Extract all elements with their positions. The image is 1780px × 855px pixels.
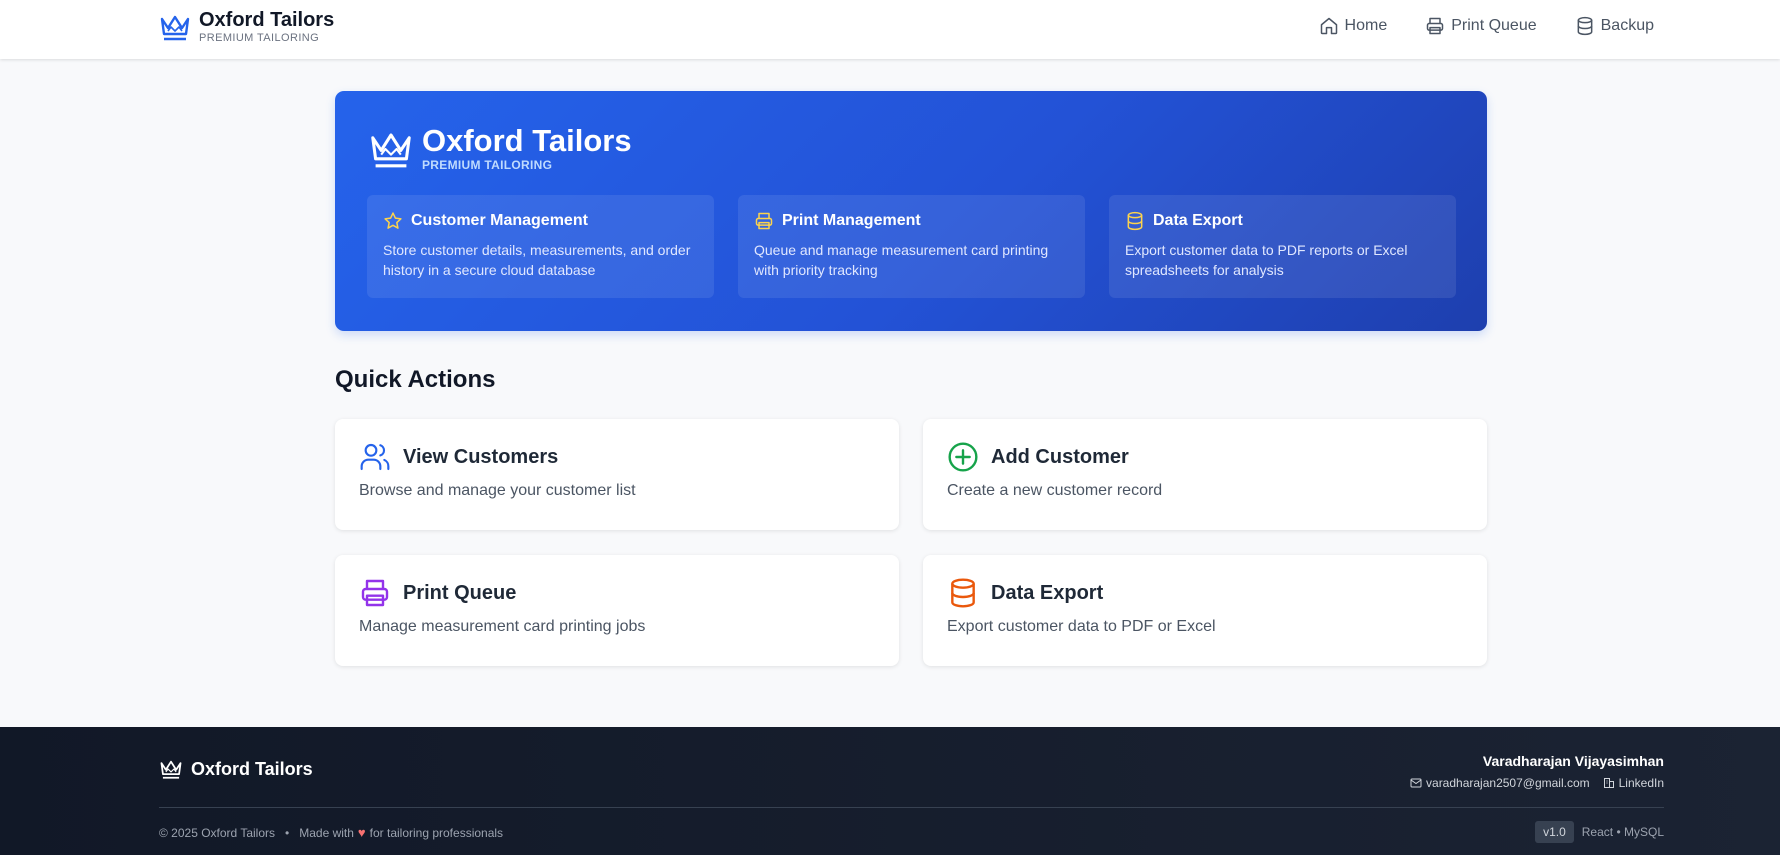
tech-stack: React • MySQL [1581, 825, 1664, 839]
feature-data-export: Data Export Export customer data to PDF … [1109, 195, 1456, 298]
card-description: Browse and manage your customer list [359, 482, 636, 499]
crown-icon [160, 15, 190, 40]
database-icon [1577, 16, 1593, 36]
feature-title: Print Management [782, 212, 921, 229]
hero-brand: Oxford Tailors PREMIUM TAILORING [368, 125, 632, 172]
users-icon [360, 443, 390, 471]
linkedin-text: LinkedIn [1618, 776, 1664, 790]
feature-description: Store customer details, measurements, an… [383, 242, 691, 278]
card-title: View Customers [403, 445, 559, 468]
view-customers-card[interactable]: View Customers Browse and manage your cu… [335, 419, 899, 530]
footer-brand: Oxford Tailors [159, 758, 313, 780]
linkedin-link[interactable]: LinkedIn [1603, 776, 1664, 790]
building-icon [1603, 778, 1614, 788]
heart-icon: ♥ [357, 825, 366, 840]
printer-icon [361, 579, 389, 607]
brand-name: Oxford Tailors [199, 9, 335, 31]
hero-subtitle: PREMIUM TAILORING [422, 158, 553, 172]
hero-banner: Oxford Tailors PREMIUM TAILORING Custome… [335, 91, 1487, 331]
database-icon [951, 578, 975, 608]
star-icon [384, 212, 402, 229]
printer-icon [755, 212, 773, 230]
card-description: Manage measurement card printing jobs [359, 618, 646, 635]
footer-copyright: © 2025 Oxford Tailors • Made with ♥ for … [159, 825, 503, 840]
data-export-card[interactable]: Data Export Export customer data to PDF … [923, 555, 1487, 666]
made-for-text: for tailoring professionals [369, 825, 504, 840]
nav-home-link[interactable]: Home [1319, 16, 1388, 36]
nav-home-label: Home [1344, 17, 1388, 34]
feature-title: Data Export [1153, 212, 1243, 229]
feature-title: Customer Management [411, 212, 588, 229]
page-footer: Oxford Tailors Varadharajan Vijayasimhan… [0, 727, 1780, 855]
separator-dot: • [285, 825, 290, 840]
feature-customer-management: Customer Management Store customer detai… [367, 195, 714, 298]
crown-icon [160, 760, 182, 779]
nav-backup-link[interactable]: Backup [1575, 16, 1654, 36]
version-badge: v1.0 [1535, 821, 1574, 843]
author-name: Varadharajan Vijayasimhan [1482, 753, 1664, 769]
card-description: Create a new customer record [947, 482, 1163, 499]
footer-author: Varadharajan Vijayasimhan varadharajan25… [1410, 753, 1664, 790]
card-description: Export customer data to PDF or Excel [947, 618, 1216, 635]
print-queue-card[interactable]: Print Queue Manage measurement card prin… [335, 555, 899, 666]
home-icon [1320, 17, 1337, 35]
brand-logo[interactable]: Oxford Tailors PREMIUM TAILORING [159, 9, 334, 44]
footer-meta: v1.0 React • MySQL [1535, 821, 1664, 843]
database-icon [1127, 211, 1143, 231]
printer-icon [1426, 17, 1444, 35]
nav-backup-label: Backup [1600, 17, 1654, 34]
quick-actions-heading: Quick Actions [335, 366, 496, 393]
email-link[interactable]: varadharajan2507@gmail.com [1410, 776, 1590, 790]
nav-print-queue-link[interactable]: Print Queue [1425, 16, 1537, 36]
email-text: varadharajan2507@gmail.com [1426, 776, 1590, 790]
add-customer-card[interactable]: Add Customer Create a new customer recor… [923, 419, 1487, 530]
feature-print-management: Print Management Queue and manage measur… [738, 195, 1085, 298]
made-with-text: Made with [299, 825, 354, 840]
feature-description: Export customer data to PDF reports or E… [1125, 242, 1408, 278]
copyright-text: © 2025 Oxford Tailors [159, 825, 276, 840]
nav-print-queue-label: Print Queue [1451, 17, 1537, 34]
card-title: Data Export [991, 581, 1104, 604]
top-navbar: Oxford Tailors PREMIUM TAILORING Home Pr… [0, 0, 1780, 59]
footer-divider [159, 807, 1664, 808]
footer-brand-name: Oxford Tailors [191, 758, 313, 779]
crown-icon [371, 132, 411, 167]
hero-title: Oxford Tailors [422, 123, 632, 158]
feature-description: Queue and manage measurement card printi… [754, 242, 1049, 278]
card-title: Print Queue [403, 581, 517, 604]
mail-icon [1410, 778, 1422, 788]
card-title: Add Customer [991, 445, 1129, 468]
brand-tagline: PREMIUM TAILORING [199, 32, 320, 44]
plus-circle-icon [948, 442, 978, 472]
